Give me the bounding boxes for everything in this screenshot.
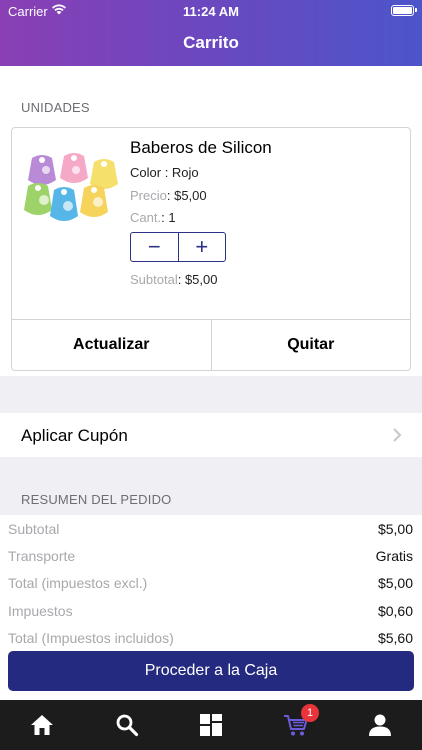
summary-row-subtotal: Subtotal $5,00 [8, 521, 413, 541]
product-price-row: Precio: $5,00 [130, 188, 207, 203]
summary-key: Transporte [8, 548, 76, 564]
qty-label: Cant. [130, 210, 162, 225]
nav-header: Carrier 11:24 AM Carrito [0, 0, 422, 66]
qty-value: 1 [168, 210, 176, 225]
summary-key: Subtotal [8, 521, 60, 537]
coupon-label: Aplicar Cupón [21, 426, 128, 445]
chevron-right-icon [393, 428, 402, 442]
summary-key: Total (Impuestos incluidos) [8, 630, 174, 646]
battery-icon [391, 5, 417, 16]
apply-coupon-row[interactable]: Aplicar Cupón [0, 413, 422, 457]
increase-qty-button[interactable]: + [177, 233, 226, 261]
quantity-stepper: − + [130, 232, 226, 262]
summary-value: Gratis [375, 548, 413, 564]
home-icon[interactable] [29, 712, 55, 738]
categories-icon[interactable] [198, 712, 224, 738]
cart-item-card: Baberos de Silicon Color : Rojo Precio: … [11, 127, 411, 371]
summary-key: Impuestos [8, 603, 73, 619]
decrease-qty-button[interactable]: − [131, 233, 178, 261]
remove-button[interactable]: Quitar [210, 320, 411, 370]
summary-value: $5,00 [377, 521, 413, 537]
profile-icon[interactable] [367, 712, 393, 738]
summary-value: $5,60 [377, 630, 413, 646]
checkout-button[interactable]: Proceder a la Caja [8, 651, 414, 691]
product-qty-row: Cant.: 1 [130, 210, 176, 225]
price-value: $5,00 [174, 188, 207, 203]
update-button[interactable]: Actualizar [12, 320, 211, 370]
clock: 11:24 AM [183, 4, 239, 19]
search-icon[interactable] [114, 712, 140, 738]
product-name[interactable]: Baberos de Silicon [130, 138, 272, 158]
summary-row-total-excl: Total (impuestos excl.) $5,00 [8, 575, 413, 595]
subtotal-value: $5,00 [184, 272, 218, 287]
summary-row-shipping: Transporte Gratis [8, 548, 413, 568]
product-subtotal-row: Subtotal: $5,00 [130, 272, 218, 287]
price-label: Precio [130, 188, 167, 203]
summary-row-total-incl: Total (Impuestos incluidos) $5,60 [8, 630, 413, 650]
card-actions: Actualizar Quitar [12, 319, 410, 370]
cart-badge: 1 [301, 704, 319, 722]
product-image[interactable] [24, 152, 124, 232]
summary-value: $0,60 [377, 603, 413, 619]
color-label: Color [130, 165, 162, 180]
tab-bar [0, 700, 422, 750]
summary-row-taxes: Impuestos $0,60 [8, 603, 413, 623]
summary-value: $5,00 [377, 575, 413, 591]
product-color-row: Color : Rojo [130, 165, 199, 180]
color-value: Rojo [171, 165, 199, 180]
status-bar: Carrier 11:24 AM [0, 0, 422, 22]
page-title: Carrito [183, 33, 239, 52]
units-section-label: UNIDADES [21, 100, 90, 115]
summary-section-label: RESUMEN DEL PEDIDO [21, 492, 172, 507]
subtotal-label: Subtotal [130, 272, 178, 287]
summary-key: Total (impuestos excl.) [8, 575, 148, 591]
